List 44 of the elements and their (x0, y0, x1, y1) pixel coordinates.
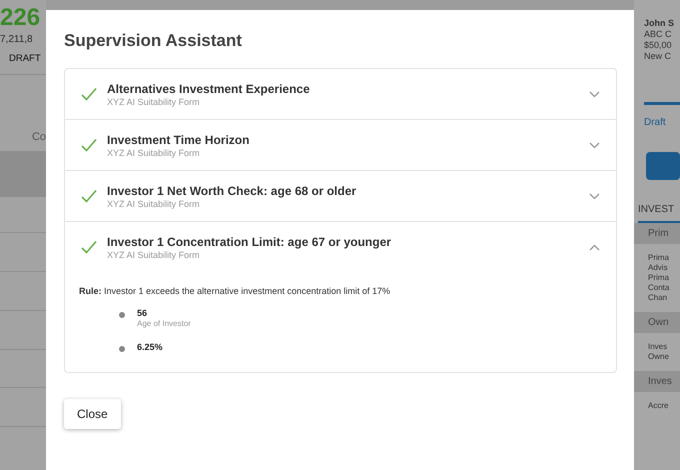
group-header: Inves (634, 371, 680, 392)
check-title: Investor 1 Net Worth Check: age 68 or older (107, 184, 358, 198)
status-text: DRAFT (9, 53, 42, 64)
fact-value: 56 (137, 308, 148, 318)
contact-line: John S (643, 18, 676, 29)
headline-number: 226 (0, 6, 42, 30)
group-line: Chan (648, 293, 668, 303)
check-title: Investment Time Horizon (107, 132, 250, 146)
accordion-header[interactable]: Investor 1 Concentration Limit: age 67 or younger XYZ AI Suitability Form (65, 222, 616, 272)
dialog-title: Supervision Assistant (64, 31, 243, 51)
group-line: Prima (648, 273, 670, 283)
close-button[interactable]: Close (64, 399, 121, 429)
group-line: Prima (648, 253, 670, 263)
group-line: Accre (648, 401, 670, 411)
chevron-icon[interactable] (589, 192, 600, 200)
fact-label: Age of Investor (137, 319, 192, 328)
group-header: Prim (634, 223, 680, 244)
accordion-header[interactable]: Alternatives Investment Experience XYZ AI Suitability Form (65, 69, 616, 119)
check-source: XYZ AI Suitability Form (107, 198, 201, 208)
accordion-header[interactable]: Investment Time Horizon XYZ AI Suitability Form (65, 120, 616, 170)
contact-line: New C (643, 51, 672, 62)
chevron-icon[interactable] (589, 142, 600, 148)
check-source: XYZ AI Suitability Form (107, 148, 201, 158)
chevron-icon[interactable] (589, 244, 600, 250)
check-source: XYZ AI Suitability Form (107, 96, 201, 106)
accordion-header[interactable]: Investor 1 Net Worth Check: age 68 or older XYZ AI Suitability Form (65, 171, 616, 221)
group-line: Inves (648, 342, 668, 352)
group-header: Own (634, 312, 680, 333)
group-line: Owne (648, 352, 670, 362)
column-label: Co (30, 130, 46, 145)
contact-line: $50,00 (643, 40, 673, 51)
table-row (0, 152, 46, 197)
bullet-icon (119, 312, 125, 318)
bullet-icon (119, 346, 125, 352)
check-title: Investor 1 Concentration Limit: age 67 or younger (107, 234, 392, 248)
contact-line: ABC C (643, 29, 673, 40)
check-title: Alternatives Investment Experience (107, 82, 311, 96)
check-source: XYZ AI Suitability Form (107, 250, 201, 260)
chevron-icon[interactable] (589, 90, 600, 98)
amount-text: 7,211,8 (0, 34, 34, 45)
rule-text: Rule: Investor 1 exceeds the alternative investment concentration limit of 17% (79, 286, 392, 296)
fact-value: 6.25% (137, 342, 164, 352)
group-line: Conta (648, 283, 670, 293)
group-line: Advis (648, 263, 669, 273)
